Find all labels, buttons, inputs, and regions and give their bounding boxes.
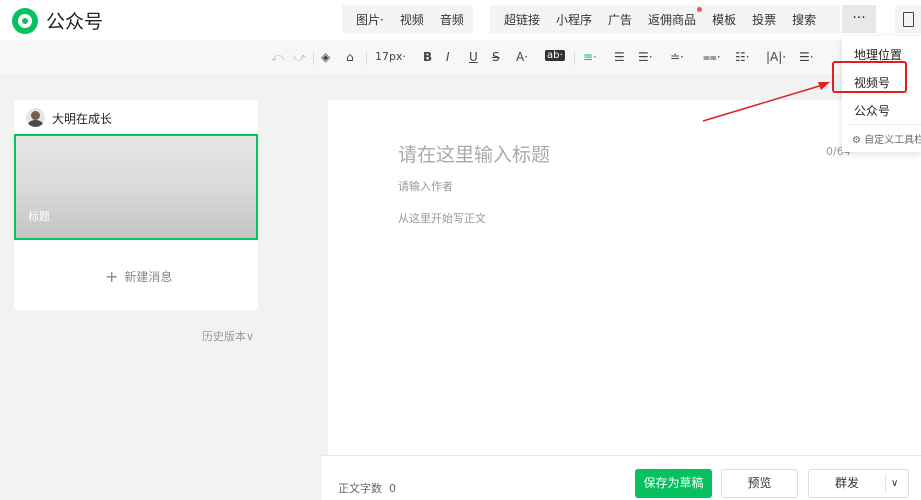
strikethrough-button[interactable]: S — [492, 50, 500, 64]
title-input[interactable]: 请在这里输入标题 — [398, 140, 550, 167]
insert-video[interactable]: 视频 — [392, 11, 432, 28]
italic-button[interactable]: I — [446, 50, 450, 64]
insert-miniprogram[interactable]: 小程序 — [548, 11, 600, 28]
align-center-icon[interactable]: ☰ — [614, 50, 625, 64]
insert-audio[interactable]: 音频 — [432, 11, 472, 28]
new-message-button[interactable]: + 新建消息 — [105, 267, 172, 286]
bg-color-button[interactable]: ab· — [545, 50, 565, 61]
font-size-select[interactable]: 17px· — [375, 50, 406, 63]
logo-text: 公众号 — [46, 11, 104, 33]
format-painter-icon[interactable]: ◈ — [321, 50, 330, 64]
editor-area: 请在这里输入标题 0/64 请输入作者 从这里开始写正文 — [328, 100, 921, 455]
save-draft-button[interactable]: 保存为草稿 — [635, 469, 712, 498]
insert-template[interactable]: 模板 — [704, 11, 744, 28]
letter-spacing-icon[interactable]: |A|· — [766, 50, 786, 64]
clear-format-icon[interactable]: ⌂ — [346, 50, 354, 64]
toolbar-divider — [313, 51, 314, 65]
publish-button[interactable]: 群发 ∨ — [808, 469, 909, 498]
indent-icon[interactable]: ☰· — [638, 50, 653, 64]
insert-image[interactable]: 图片· — [348, 11, 392, 28]
bold-button[interactable]: B — [423, 50, 432, 64]
bottom-action-bar: 正文字数 0 保存为草稿 预览 群发 ∨ — [322, 455, 921, 500]
top-bar: 公众号 图片· 视频 音频 超链接 小程序 广告 返佣商品 模板 投票 搜索 ·… — [0, 0, 921, 40]
red-dot-badge — [697, 6, 703, 12]
chevron-down-icon[interactable]: ∨ — [891, 470, 898, 497]
history-version-link[interactable]: 历史版本∨ — [202, 328, 254, 344]
bullet-list-icon[interactable]: ☰· — [799, 50, 814, 64]
article-thumbnail[interactable]: 标题 — [14, 134, 258, 240]
insert-search[interactable]: 搜索 — [784, 11, 824, 28]
annotation-highlight-box — [832, 61, 907, 93]
rebate-product-label: 返佣商品 — [648, 12, 697, 27]
author-input[interactable]: 请输入作者 — [398, 178, 453, 194]
account-name: 大明在成长 — [52, 112, 113, 126]
list-style-icon[interactable]: ☷· — [735, 50, 750, 64]
menu-divider — [848, 124, 921, 125]
wechat-logo-icon — [12, 7, 38, 34]
custom-toolbar-link[interactable]: ⚙ 自定义工具栏 — [852, 131, 921, 146]
publish-label: 群发 — [834, 476, 859, 490]
insert-media-group: 图片· 视频 音频 — [342, 5, 473, 33]
undo-icon[interactable]: ⤺ — [271, 50, 284, 65]
underline-button[interactable]: U — [469, 50, 478, 64]
preview-button[interactable]: 预览 — [721, 469, 798, 498]
plus-icon: + — [105, 267, 119, 286]
more-dropdown-menu: 地理位置 视频号 公众号 ⚙ 自定义工具栏 — [842, 36, 921, 152]
word-count-value: 0 — [389, 482, 396, 495]
toolbar-divider — [574, 51, 575, 65]
thumbnail-title: 标题 — [28, 210, 50, 223]
button-divider — [885, 474, 886, 493]
line-spacing-icon[interactable]: ≐· — [670, 50, 684, 64]
more-button[interactable]: ··· — [842, 5, 876, 33]
insert-components-group: 超链接 小程序 广告 返佣商品 模板 投票 搜索 — [490, 5, 840, 33]
insert-link[interactable]: 超链接 — [496, 11, 548, 28]
insert-vote[interactable]: 投票 — [744, 11, 784, 28]
toolbar-divider — [366, 51, 367, 65]
font-color-button[interactable]: A· — [516, 50, 528, 64]
document-icon[interactable] — [895, 5, 921, 33]
paragraph-spacing-icon[interactable]: ⩵· — [703, 50, 721, 65]
avatar — [26, 108, 45, 127]
format-toolbar: ⤺ ⤻ ◈ ⌂ 17px· B I U S A· ab· ≡· ☰ ☰· ≐· … — [0, 40, 921, 76]
word-count: 正文字数 0 — [338, 480, 396, 496]
new-message-label: 新建消息 — [124, 270, 173, 284]
body-editor[interactable]: 从这里开始写正文 — [398, 210, 486, 226]
insert-rebate-product[interactable]: 返佣商品 — [640, 6, 704, 28]
redo-icon[interactable]: ⤻ — [293, 50, 306, 65]
menu-item-official-account[interactable]: 公众号 — [854, 102, 890, 119]
word-count-label: 正文字数 — [338, 482, 382, 495]
logo[interactable]: 公众号 — [12, 7, 103, 34]
align-left-button[interactable]: ≡· — [583, 50, 597, 64]
insert-ad[interactable]: 广告 — [600, 11, 640, 28]
